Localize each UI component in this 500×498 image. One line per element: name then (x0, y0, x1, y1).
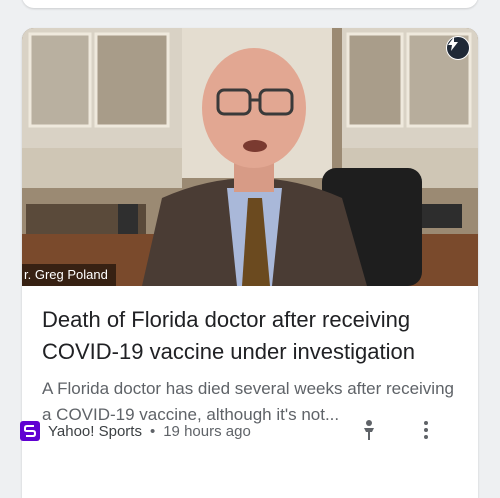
pin-icon (362, 419, 376, 446)
meta-separator: • (149, 422, 156, 440)
source-name[interactable]: Yahoo! Sports (48, 423, 142, 440)
amp-lightning-icon (446, 36, 470, 60)
save-button[interactable] (356, 418, 382, 446)
article-meta: Yahoo! Sports • 19 hours ago (20, 420, 251, 442)
article-headline[interactable]: Death of Florida doctor after receiving … (42, 304, 462, 368)
publish-time: 19 hours ago (163, 422, 251, 440)
more-options-button[interactable] (414, 418, 438, 446)
article-thumbnail[interactable]: r. Greg Poland (22, 28, 478, 286)
thumbnail-image (22, 28, 478, 286)
previous-card-edge (22, 0, 478, 8)
thumbnail-caption: r. Greg Poland (22, 264, 116, 286)
more-vert-icon (423, 420, 429, 445)
yahoo-sports-logo-icon (20, 421, 40, 441)
